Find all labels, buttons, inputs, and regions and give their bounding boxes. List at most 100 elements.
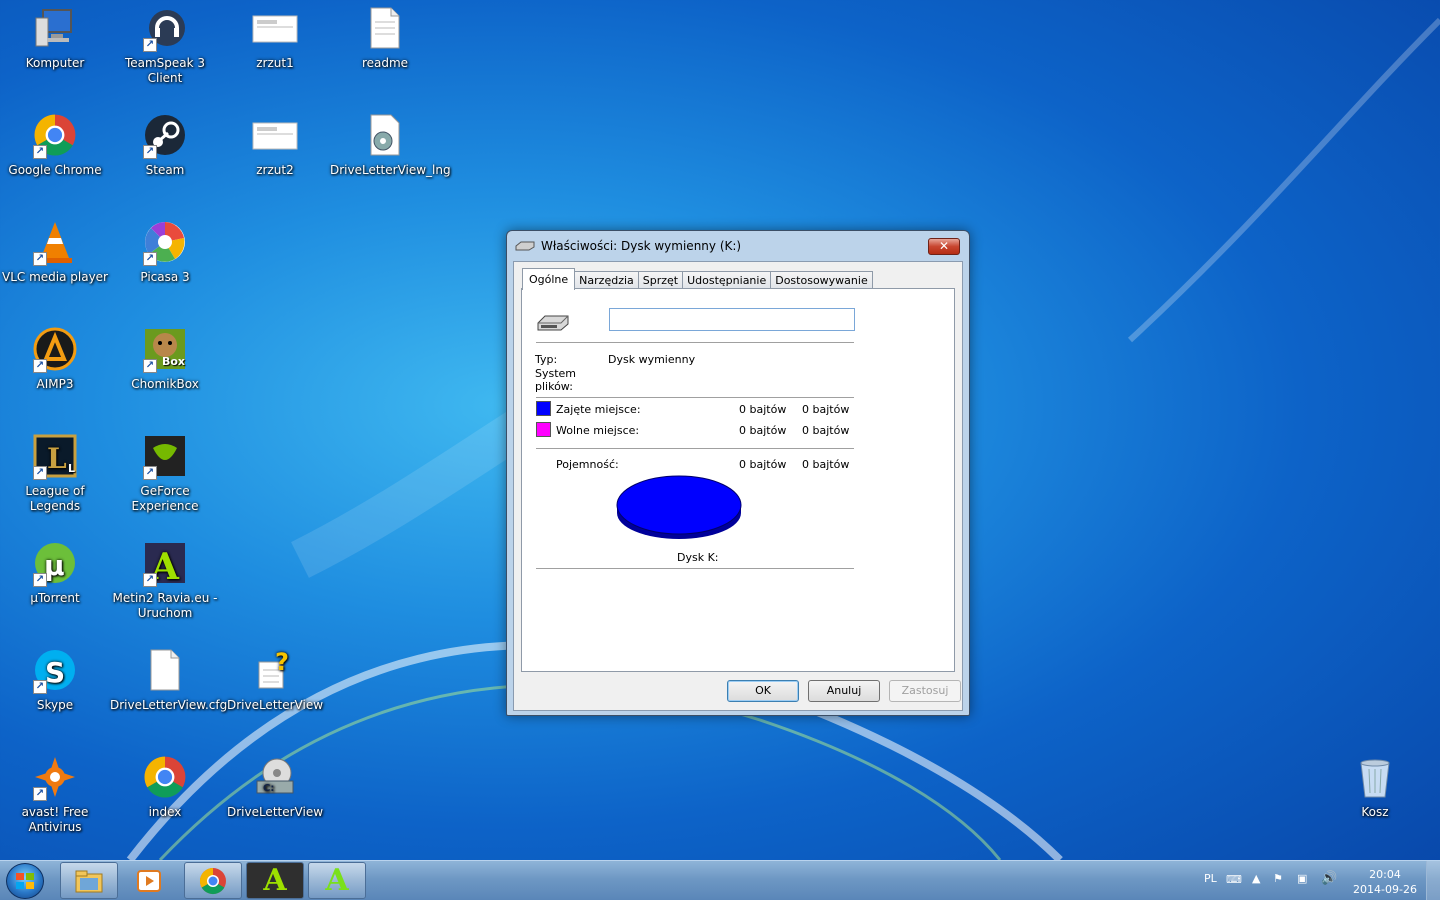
desktop-icon[interactable]: DriveLetterView.cfg [110,646,228,713]
blank-file-icon [141,646,189,694]
desktop-icon[interactable]: Box ↗ ChomikBox [110,325,220,392]
metin2-icon: A ↗ [141,539,189,587]
separator [536,397,854,398]
taskbar-chrome[interactable] [184,862,242,899]
aimp-icon: ↗ [31,325,79,373]
desktop-icon-label: VLC media player [1,270,108,284]
filesystem-label-line1: System [535,367,577,380]
desktop-icon[interactable]: ↗ avast! Free Antivirus [0,753,110,835]
dialog-body: Ogólne Narzędzia Sprzęt Udostępnianie Do… [513,261,963,711]
desktop-icon[interactable]: zrzut1 [220,4,330,71]
image-file-icon [251,4,299,52]
volume-name-input[interactable] [609,308,855,331]
cancel-button[interactable]: Anuluj [808,680,880,702]
taskbar: A A PL ⌨ ▲ ⚑ ▣ 🔊 20:04 2014-09-26 [0,860,1440,900]
metin2-icon: A [263,863,287,898]
action-center-flag-icon[interactable]: ⚑ [1273,872,1283,900]
desktop-icon[interactable]: ↗ Google Chrome [0,111,110,178]
dialog-title: Właściwości: Dysk wymienny (K:) [541,239,742,253]
desktop-icon[interactable]: C: DriveLetterView [220,753,330,820]
desktop-icon-label: Google Chrome [8,163,102,177]
shortcut-arrow-icon: ↗ [143,252,157,266]
desktop-icon[interactable]: ↗ TeamSpeak 3 Client [110,4,220,86]
desktop-icon[interactable]: zrzut2 [220,111,330,178]
clock-date: 2014-09-26 [1353,883,1417,896]
desktop-icon-label: DriveLetterView.cfg [110,698,228,712]
desktop-icon[interactable]: index [110,753,220,820]
chrome-icon [141,753,189,801]
help-file-icon: ? [251,646,299,694]
desktop-icon[interactable]: ↗ AIMP3 [0,325,110,392]
clock[interactable]: 20:04 2014-09-26 [1350,867,1420,900]
image-file-icon [251,111,299,159]
show-desktop-button[interactable] [1426,861,1440,900]
drive-caption: Dysk K: [677,551,719,564]
taskbar-metin2-b[interactable]: A [308,862,366,899]
desktop-icon[interactable]: ? DriveLetterView [220,646,330,713]
apply-button[interactable]: Zastosuj [889,680,961,702]
svg-text:C:: C: [263,783,274,794]
desktop-icon-label: Skype [36,698,74,712]
capacity-size: 0 bajtów [802,458,850,471]
desktop-icon-label: Steam [145,163,185,177]
geforce-icon: ↗ [141,432,189,480]
desktop-icon-label: Kosz [1361,805,1389,819]
picasa-icon: ↗ [141,218,189,266]
filesystem-label-line2: plików: [535,380,573,393]
shortcut-arrow-icon: ↗ [33,573,47,587]
desktop-icon[interactable]: S ↗ Skype [0,646,110,713]
folder-icon [75,870,103,892]
taskbar-metin2-a[interactable]: A [246,862,304,899]
taskbar-media-player[interactable] [120,862,178,899]
shortcut-arrow-icon: ↗ [143,38,157,52]
desktop-icon[interactable]: DriveLetterView_lng [330,111,451,178]
skype-icon: S ↗ [31,646,79,694]
shortcut-arrow-icon: ↗ [143,145,157,159]
desktop-icon-label: AIMP3 [36,377,74,391]
tab-general[interactable]: Ogólne [522,268,576,290]
network-icon[interactable]: ▣ [1297,872,1307,900]
dialog-titlebar[interactable]: Właściwości: Dysk wymienny (K:) [515,239,741,253]
used-space-size: 0 bajtów [802,403,850,416]
utorrent-icon: µ ↗ [31,539,79,587]
keyboard-icon[interactable]: ⌨ [1226,873,1242,900]
desktop-icon[interactable]: ↗ GeForce Experience [110,432,220,514]
shortcut-arrow-icon: ↗ [33,787,47,801]
desktop-icon-label: index [148,805,182,819]
start-button[interactable] [6,863,44,899]
media-player-icon [137,869,161,892]
desktop-icon[interactable]: Kosz [1320,753,1430,820]
free-space-swatch [536,422,551,437]
text-file-icon [361,4,409,52]
ok-button[interactable]: OK [727,680,799,702]
show-hidden-icons-icon[interactable]: ▲ [1252,872,1260,900]
desktop-icon[interactable]: ↗ Steam [110,111,220,178]
tab-strip: Ogólne Narzędzia Sprzęt Udostępnianie Do… [522,268,873,290]
shortcut-arrow-icon: ↗ [33,359,47,373]
capacity-bytes: 0 bajtów [739,458,787,471]
desktop-icon[interactable]: ↗ Picasa 3 [110,218,220,285]
taskbar-explorer[interactable] [60,862,118,899]
desktop-icon-label: DriveLetterView [226,698,324,712]
desktop-icon-label: avast! Free Antivirus [21,805,89,834]
language-indicator[interactable]: PL [1204,872,1217,900]
desktop-icon-label: µTorrent [30,591,80,605]
close-button[interactable]: ✕ [928,238,960,255]
desktop-icon[interactable]: A ↗ Metin2 Ravia.eu - Uruchom [110,539,220,621]
desktop-icon-label: zrzut1 [256,56,294,70]
desktop-icon-label: readme [361,56,409,70]
separator [536,568,854,569]
desktop-icon[interactable]: L L ↗ League of Legends [0,432,110,514]
computer-icon [31,4,79,52]
shortcut-arrow-icon: ↗ [33,145,47,159]
drive-icon [537,315,569,331]
desktop-icon[interactable]: ↗ VLC media player [0,218,110,285]
volume-icon[interactable]: 🔊 [1321,871,1337,900]
chrome-icon: ↗ [31,111,79,159]
teamspeak-icon: ↗ [141,4,189,52]
desktop-icon[interactable]: Komputer [0,4,110,71]
desktop-icon[interactable]: µ ↗ µTorrent [0,539,110,606]
icon-badge: Box [161,355,185,368]
desktop-icon[interactable]: readme [330,4,440,71]
windows-logo-icon [16,873,34,889]
